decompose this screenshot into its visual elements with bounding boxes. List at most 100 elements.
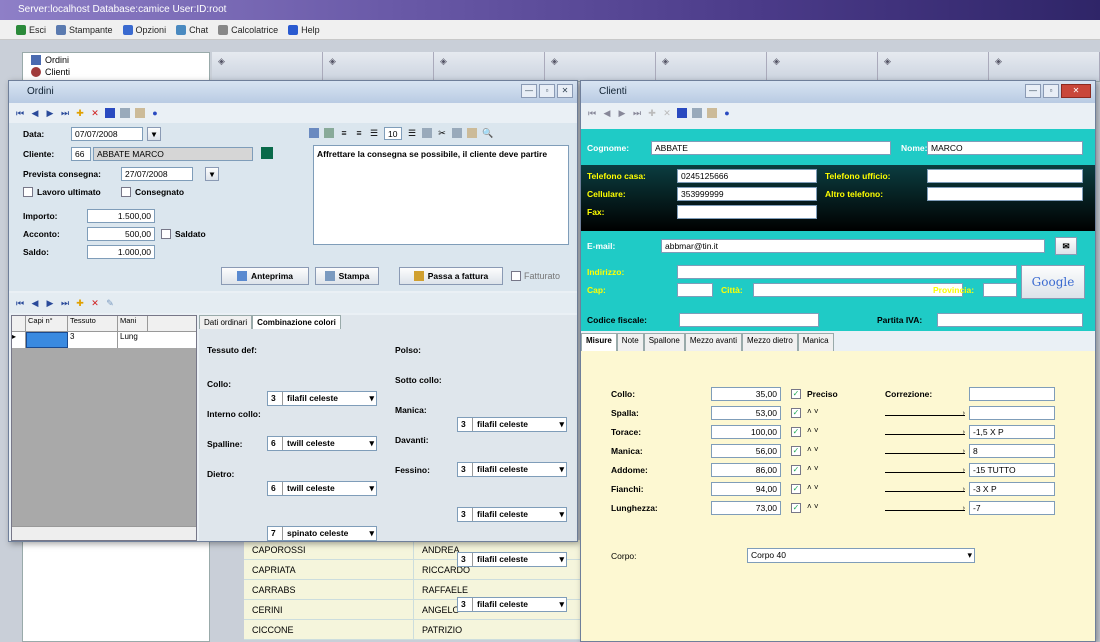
add-icon[interactable]: ✚ bbox=[75, 108, 85, 118]
search-icon[interactable]: 🔍 bbox=[482, 128, 493, 138]
list-icon[interactable]: ☰ bbox=[407, 128, 417, 138]
citta-input[interactable] bbox=[753, 283, 963, 297]
preciso-checkbox[interactable]: ✓ bbox=[791, 484, 801, 494]
help-icon[interactable]: ● bbox=[722, 108, 732, 118]
close-button[interactable]: ✕ bbox=[557, 84, 573, 98]
clienti-titlebar[interactable]: Clienti — ▫ ✕ bbox=[581, 81, 1095, 103]
next-record-icon[interactable]: ▶ bbox=[617, 108, 627, 118]
lavoro-ultimato-checkbox[interactable]: Lavoro ultimato bbox=[23, 187, 101, 197]
lookup-icon[interactable] bbox=[261, 147, 273, 159]
menu-item-stampante[interactable]: Stampante bbox=[56, 24, 113, 35]
minimize-button[interactable]: — bbox=[521, 84, 537, 98]
column-header[interactable]: ◈ bbox=[878, 52, 989, 81]
help-icon[interactable]: ● bbox=[150, 108, 160, 118]
column-header[interactable]: ◈ bbox=[656, 52, 767, 81]
cognome-input[interactable]: ABBATE bbox=[651, 141, 891, 155]
preciso-checkbox[interactable]: ✓ bbox=[791, 503, 801, 513]
indirizzo-input[interactable] bbox=[677, 265, 1017, 279]
preciso-checkbox[interactable]: ✓ bbox=[791, 427, 801, 437]
menu-item-help[interactable]: Help bbox=[288, 24, 320, 35]
correzione-input[interactable]: -3 X P bbox=[969, 482, 1055, 496]
grid-cell[interactable]: Lung bbox=[118, 332, 148, 348]
preciso-checkbox[interactable]: ✓ bbox=[791, 389, 801, 399]
measure-input[interactable]: 56,00 bbox=[711, 444, 781, 458]
format-icon[interactable] bbox=[309, 128, 319, 138]
measure-input[interactable]: 94,00 bbox=[711, 482, 781, 496]
menu-item-esci[interactable]: Esci bbox=[16, 24, 46, 35]
align-center-icon[interactable]: ≡ bbox=[354, 128, 364, 138]
codice-fiscale-input[interactable] bbox=[679, 313, 819, 327]
prev-record-icon[interactable]: ◀ bbox=[30, 108, 40, 118]
provincia-input[interactable] bbox=[983, 283, 1017, 297]
calendar-dropdown-button[interactable]: ▾ bbox=[147, 127, 161, 141]
spinner-arrows-icon[interactable]: ˄ ˅ bbox=[807, 464, 819, 473]
minimize-button[interactable]: — bbox=[1025, 84, 1041, 98]
next-record-icon[interactable]: ▶ bbox=[45, 108, 55, 118]
column-header[interactable]: ◈ bbox=[989, 52, 1100, 81]
maximize-button[interactable]: ▫ bbox=[1043, 84, 1059, 98]
acconto-input[interactable]: 500,00 bbox=[87, 227, 155, 241]
prev-record-icon[interactable]: ◀ bbox=[602, 108, 612, 118]
color-select[interactable]: 3 filafil celeste bbox=[457, 552, 567, 567]
grid-cell[interactable] bbox=[26, 332, 68, 348]
preciso-checkbox[interactable]: ✓ bbox=[791, 446, 801, 456]
column-header[interactable]: ◈ bbox=[767, 52, 878, 81]
edit-icon[interactable]: ✎ bbox=[105, 298, 115, 308]
tab-mezzo-dietro[interactable]: Mezzo dietro bbox=[741, 333, 798, 351]
correzione-input[interactable]: 8 bbox=[969, 444, 1055, 458]
save-icon[interactable] bbox=[105, 108, 115, 118]
saldo-input[interactable]: 1.000,00 bbox=[87, 245, 155, 259]
fax-input[interactable] bbox=[677, 205, 817, 219]
paste-icon[interactable] bbox=[707, 108, 717, 118]
delete-icon[interactable]: ✕ bbox=[90, 108, 100, 118]
cut-icon[interactable]: ✂ bbox=[437, 128, 447, 138]
correzione-input[interactable]: -1,5 X P bbox=[969, 425, 1055, 439]
nav-item-ordini[interactable]: Ordini bbox=[23, 53, 209, 67]
preciso-checkbox[interactable]: ✓ bbox=[791, 465, 801, 475]
paste-icon[interactable] bbox=[135, 108, 145, 118]
anteprima-button[interactable]: Anteprima bbox=[221, 267, 309, 285]
grid-column-header[interactable]: Mani bbox=[118, 316, 148, 331]
first-record-icon[interactable]: ⏮ bbox=[15, 298, 25, 308]
measure-input[interactable]: 35,00 bbox=[711, 387, 781, 401]
delete-icon[interactable]: ✕ bbox=[90, 298, 100, 308]
measure-input[interactable]: 86,00 bbox=[711, 463, 781, 477]
image-icon[interactable] bbox=[324, 128, 334, 138]
nav-item-clienti[interactable]: Clienti bbox=[23, 67, 209, 77]
google-button[interactable]: Google bbox=[1021, 265, 1085, 299]
copy-icon[interactable] bbox=[120, 108, 130, 118]
preciso-checkbox[interactable]: ✓ bbox=[791, 408, 801, 418]
color-select[interactable]: 7 spinato celeste bbox=[267, 526, 377, 541]
ordini-titlebar[interactable]: Ordini — ▫ ✕ bbox=[9, 81, 577, 103]
add-icon[interactable]: ✚ bbox=[647, 108, 657, 118]
passa-a-fattura-button[interactable]: Passa a fattura bbox=[399, 267, 503, 285]
correzione-input[interactable] bbox=[969, 387, 1055, 401]
saldato-checkbox[interactable]: Saldato bbox=[161, 229, 206, 239]
color-select[interactable]: 3 filafil celeste bbox=[457, 597, 567, 612]
measure-input[interactable]: 100,00 bbox=[711, 425, 781, 439]
cliente-code-input[interactable]: 66 bbox=[71, 147, 91, 161]
column-header[interactable]: ◈ bbox=[212, 52, 323, 81]
menu-item-opzioni[interactable]: Opzioni bbox=[122, 24, 166, 35]
note-textarea[interactable]: Affrettare la consegna se possibile, il … bbox=[313, 145, 569, 245]
color-select[interactable]: 3 filafil celeste bbox=[267, 391, 377, 406]
menu-item-calcolatrice[interactable]: Calcolatrice bbox=[218, 24, 278, 35]
spinner-arrows-icon[interactable]: ˄ ˅ bbox=[807, 445, 819, 454]
grid-column-header[interactable]: Capi n° bbox=[26, 316, 68, 331]
menu-item-chat[interactable]: Chat bbox=[176, 24, 208, 35]
close-button[interactable]: ✕ bbox=[1061, 84, 1091, 98]
last-record-icon[interactable]: ⏭ bbox=[60, 108, 70, 118]
grid-row[interactable]: ▸ 3 Lung bbox=[12, 332, 196, 348]
color-select[interactable]: 3 filafil celeste bbox=[457, 507, 567, 522]
tab-note[interactable]: Note bbox=[616, 333, 644, 351]
partita-iva-input[interactable] bbox=[937, 313, 1083, 327]
data-input[interactable]: 07/07/2008 bbox=[71, 127, 143, 141]
save-icon[interactable] bbox=[677, 108, 687, 118]
nome-input[interactable]: MARCO bbox=[927, 141, 1083, 155]
correzione-input[interactable]: -15 TUTTO bbox=[969, 463, 1055, 477]
next-record-icon[interactable]: ▶ bbox=[45, 298, 55, 308]
spinner-arrows-icon[interactable]: ˄ ˅ bbox=[807, 502, 819, 511]
last-record-icon[interactable]: ⏭ bbox=[632, 108, 642, 118]
email-input[interactable]: abbmar@tin.it bbox=[661, 239, 1045, 253]
column-header[interactable]: ◈ bbox=[434, 52, 545, 81]
